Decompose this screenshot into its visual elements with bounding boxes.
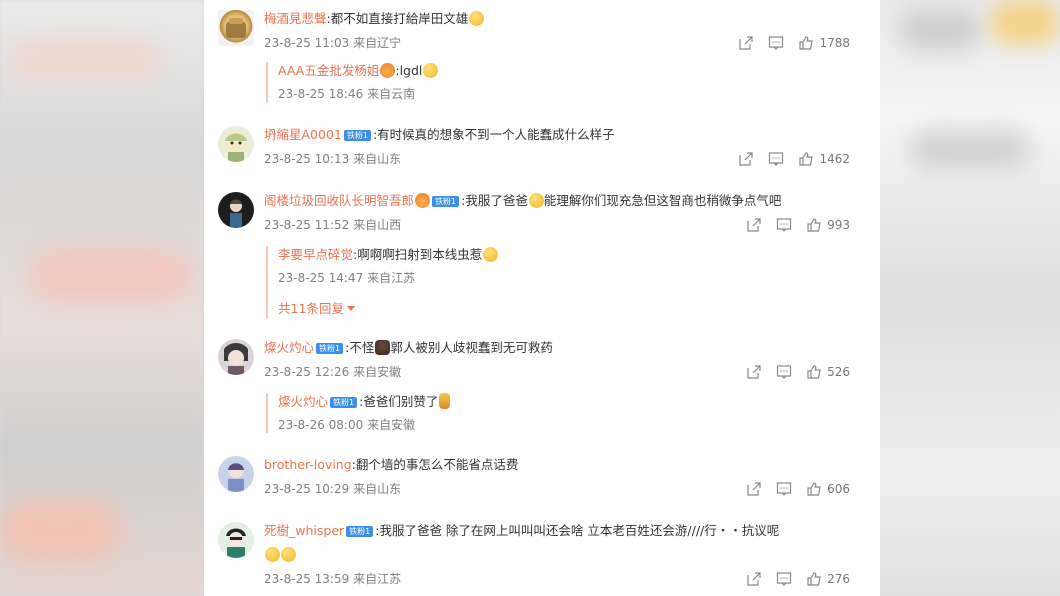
- comment-location: 来自安徽: [353, 365, 402, 379]
- comment-text: :我服了爸爸: [461, 193, 528, 208]
- comment-time: 23-8-25 10:13: [264, 152, 350, 166]
- comment-text-continued: 郭人被别人歧视蠢到无可救药: [390, 340, 553, 355]
- username[interactable]: 燦火灼心: [264, 340, 314, 355]
- share-icon[interactable]: [746, 364, 762, 380]
- comment-location: 来自山东: [353, 152, 402, 166]
- comment-time: 23-8-25 11:03: [264, 36, 350, 50]
- avatar[interactable]: [218, 456, 254, 492]
- fan-badge: 铁粉1: [316, 343, 344, 354]
- comment-text: :都不如直接打給岸田文雄: [326, 11, 469, 26]
- like-button[interactable]: 993: [806, 217, 850, 233]
- username[interactable]: brother-loving: [264, 457, 352, 472]
- like-icon: [799, 36, 814, 50]
- laughing-emoji-icon: [469, 11, 485, 26]
- reply-location: 来自云南: [367, 87, 416, 101]
- comment-icon[interactable]: [768, 151, 784, 167]
- fan-badge: 铁粉1: [330, 397, 358, 408]
- comment-icon[interactable]: [776, 217, 792, 233]
- avatar[interactable]: [218, 522, 254, 558]
- comment-text: :我服了爸爸 除了在网上叫叫叫还会啥 立本老百姓还会游////行・・抗议呢: [375, 523, 780, 538]
- comment-location: 来自江苏: [353, 572, 402, 586]
- comment-location: 来自山东: [353, 482, 402, 496]
- share-icon[interactable]: [746, 571, 762, 587]
- crying-emoji-icon: [483, 247, 499, 262]
- comment-text: :不怪: [345, 340, 375, 355]
- reply-time: 23-8-25 18:46: [278, 87, 364, 101]
- comment-text: :有时候真的想象不到一个人能蠢成什么样子: [372, 127, 615, 142]
- comment-icon[interactable]: [768, 35, 784, 51]
- like-count: 1462: [819, 152, 850, 166]
- avatar[interactable]: [218, 126, 254, 162]
- reply-text: :爸爸们别赞了: [359, 394, 439, 409]
- emoji-icon: [439, 393, 451, 409]
- comment-time: 23-8-25 13:59: [264, 572, 350, 586]
- like-button[interactable]: 526: [806, 364, 850, 380]
- like-button[interactable]: 276: [806, 571, 850, 587]
- comment-time: 23-8-25 12:26: [264, 365, 350, 379]
- laughing-emoji-icon: [423, 63, 439, 78]
- crown-emoji-icon: [380, 63, 396, 78]
- share-icon[interactable]: [738, 151, 754, 167]
- like-count: 993: [827, 218, 850, 232]
- smiling-emoji-icon: [528, 193, 544, 208]
- fan-badge: 铁粉1: [343, 130, 371, 141]
- reply-username[interactable]: AAA五金批发杨姐: [278, 63, 379, 78]
- username[interactable]: 坍縮星A0001: [264, 127, 342, 142]
- avatar[interactable]: [218, 192, 254, 228]
- like-count: 526: [827, 365, 850, 379]
- like-icon: [807, 218, 821, 232]
- like-icon: [807, 572, 821, 586]
- comment-icon[interactable]: [776, 364, 792, 380]
- comment-icon[interactable]: [776, 571, 792, 587]
- avatar[interactable]: [218, 339, 254, 375]
- username[interactable]: 梅酒見悲聲: [264, 11, 327, 26]
- laughing-emoji-icon: [281, 547, 296, 562]
- like-count: 1788: [819, 36, 850, 50]
- fan-badge: 铁粉1: [346, 526, 374, 537]
- emoji-icon: [375, 340, 391, 355]
- like-count: 606: [827, 482, 850, 496]
- more-replies-link[interactable]: 共11条回复: [278, 300, 826, 318]
- reply-location: 来自江苏: [367, 271, 416, 285]
- reply-time: 23-8-26 08:00: [278, 418, 364, 432]
- like-button[interactable]: 1788: [798, 35, 850, 51]
- username[interactable]: 死樹_whisper: [264, 523, 344, 538]
- reply-username[interactable]: 燦火灼心: [278, 394, 328, 409]
- share-icon[interactable]: [746, 481, 762, 497]
- comment-location: 来自辽宁: [353, 36, 402, 50]
- laughing-emoji-icon: [265, 547, 280, 562]
- blurred-background-right: [880, 0, 1060, 596]
- comment-icon[interactable]: [776, 481, 792, 497]
- share-icon[interactable]: [746, 217, 762, 233]
- like-button[interactable]: 1462: [798, 151, 850, 167]
- comment-text-continued: 能理解你们现充急但这智商也稍微争点气吧: [543, 193, 782, 208]
- username[interactable]: 阁楼垃圾回收队长明智吾郎: [264, 193, 414, 208]
- reply-time: 23-8-25 14:47: [278, 271, 364, 285]
- comment-time: 23-8-25 11:52: [264, 218, 350, 232]
- share-icon[interactable]: [738, 35, 754, 51]
- fan-badge: 铁粉1: [432, 196, 460, 207]
- comment-location: 来自山西: [353, 218, 402, 232]
- blurred-background-left: [0, 0, 204, 596]
- reply-text: :lgdl: [395, 63, 423, 78]
- like-icon: [807, 365, 821, 379]
- reply-username[interactable]: 李要早点碎觉: [278, 247, 353, 262]
- comment-text: :翻个墙的事怎么不能省点话费: [351, 457, 519, 472]
- reply-location: 来自安徽: [367, 418, 416, 432]
- avatar[interactable]: [218, 10, 254, 46]
- caret-down-icon: [346, 306, 355, 311]
- like-button[interactable]: 606: [806, 481, 850, 497]
- reply-text: :啊啊啊扫射到本线虫惹: [353, 247, 483, 262]
- like-icon: [807, 482, 821, 496]
- crown-emoji-icon: [415, 193, 431, 208]
- like-icon: [799, 152, 814, 166]
- comment-panel: 梅酒見悲聲:都不如直接打給岸田文雄 23-8-25 11:03 来自辽宁 178…: [204, 0, 880, 596]
- like-count: 276: [827, 572, 850, 586]
- comment-time: 23-8-25 10:29: [264, 482, 350, 496]
